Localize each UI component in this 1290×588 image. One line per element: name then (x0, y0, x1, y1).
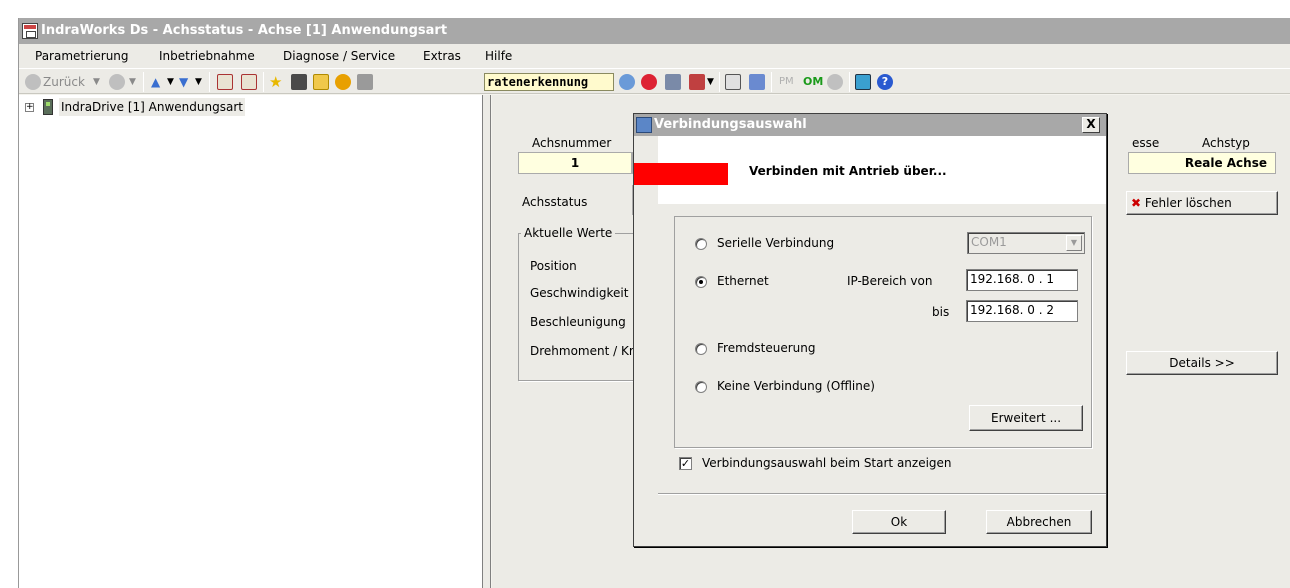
favorite-star-icon[interactable]: ★ (269, 72, 282, 92)
tree-expand-icon[interactable]: + (25, 103, 34, 112)
menu-hilfe[interactable]: Hilfe (485, 44, 512, 68)
forward-dropdown-icon[interactable]: ▼ (129, 72, 136, 92)
col-achstyp: Achstyp (1202, 136, 1250, 150)
nav-down-dropdown-icon[interactable]: ▼ (195, 72, 202, 92)
label-ethernet: Ethernet (717, 274, 769, 288)
ip-from-label: IP-Bereich von (847, 274, 933, 288)
com-port-dropdown-icon[interactable]: ▼ (1066, 235, 1082, 251)
red-indicator-bar (634, 163, 728, 185)
label-seriell: Serielle Verbindung (717, 236, 835, 250)
fehler-loeschen-button[interactable]: ✖ Fehler löschen (1126, 191, 1278, 215)
window-title: IndraWorks Ds - Achsstatus - Achse [1] A… (41, 23, 448, 38)
toolbar-separator (719, 72, 720, 92)
ok-button[interactable]: Ok (852, 510, 946, 534)
col-achsnummer: Achsnummer (532, 136, 612, 150)
forward-arrow-icon[interactable] (109, 74, 125, 90)
app-icon (22, 23, 38, 39)
toolbar-separator (263, 72, 264, 92)
menu-parametrierung[interactable]: Parametrierung (35, 44, 129, 68)
network-icon[interactable] (827, 74, 843, 90)
back-dropdown-icon[interactable]: ▼ (93, 72, 100, 92)
abbrechen-button[interactable]: Abbrechen (986, 510, 1092, 534)
nav-up-dropdown-icon[interactable]: ▼ (167, 72, 174, 92)
binoculars-icon[interactable] (291, 74, 307, 90)
fehler-loeschen-label: Fehler löschen (1144, 196, 1232, 210)
row-geschwindigkeit: Geschwindigkeit (530, 286, 629, 300)
window-titlebar[interactable]: IndraWorks Ds - Achsstatus - Achse [1] A… (19, 18, 1290, 44)
online-globe-icon[interactable] (619, 74, 635, 90)
row-drehmoment: Drehmoment / Kr (530, 344, 634, 358)
dialog-divider (658, 493, 1106, 495)
dialog-title: Verbindungsauswahl (654, 117, 807, 132)
dialog-close-button[interactable]: X (1082, 117, 1100, 133)
row-beschleunigung: Beschleunigung (530, 315, 626, 329)
toolbar-separator (771, 72, 772, 92)
menu-extras[interactable]: Extras (423, 44, 461, 68)
offline-cross-icon[interactable] (641, 74, 657, 90)
drive-icon[interactable] (689, 74, 705, 90)
print-icon[interactable] (749, 74, 765, 90)
nav-up-icon[interactable]: ▲ (151, 72, 160, 92)
ip-from-input[interactable]: 192.168. 0 . 1 (966, 269, 1078, 291)
details-button[interactable]: Details >> (1126, 351, 1278, 375)
dialog-body: Serielle Verbindung COM1 ▼ Ethernet IP-B… (658, 204, 1106, 546)
om-mode-button[interactable]: OM (803, 72, 823, 92)
dialog-app-icon (636, 117, 652, 133)
radio-seriell[interactable] (695, 238, 707, 250)
parameter-upload-icon[interactable] (217, 74, 233, 90)
back-button-label[interactable]: Zurück (43, 72, 85, 92)
parameter-download-icon[interactable] (241, 74, 257, 90)
col-adresse: esse (1132, 136, 1160, 150)
achsstatus-label: Achsstatus (522, 195, 588, 209)
project-tree: + IndraDrive [1] Anwendungsart (19, 95, 483, 588)
radio-fremdsteuerung[interactable] (695, 343, 707, 355)
drive-dropdown-icon[interactable]: ▼ (707, 72, 714, 92)
panel-splitter[interactable] (483, 95, 491, 588)
show-on-start-checkbox[interactable]: ✓ (679, 457, 692, 470)
tree-item-indradrive[interactable]: IndraDrive [1] Anwendungsart (59, 98, 245, 116)
dialog-side-strip (634, 136, 658, 546)
back-arrow-icon[interactable] (25, 74, 41, 90)
error-clear-icon: ✖ (1131, 196, 1142, 210)
error-star-icon[interactable] (335, 74, 351, 90)
toolbar-separator (143, 72, 144, 92)
toolbar-search-field[interactable]: ratenerkennung (484, 73, 614, 91)
radio-offline[interactable] (695, 381, 707, 393)
menubar: Parametrierung Inbetriebnahme Diagnose /… (19, 44, 1290, 68)
dialog-header-text: Verbinden mit Antrieb über... (749, 164, 947, 178)
ip-to-input[interactable]: 192.168. 0 . 2 (966, 300, 1078, 322)
achstyp-value: Reale Achse (1128, 152, 1276, 174)
label-offline: Keine Verbindung (Offline) (717, 379, 875, 393)
menu-inbetriebnahme[interactable]: Inbetriebnahme (159, 44, 255, 68)
window-layout-icon[interactable] (855, 74, 871, 90)
list-view-icon[interactable] (313, 74, 329, 90)
erweitert-button[interactable]: Erweitert ... (969, 405, 1083, 431)
connection-dialog: Verbindungsauswahl X Verbinden mit Antri… (633, 113, 1107, 547)
nav-down-icon[interactable]: ▼ (179, 72, 188, 92)
radio-ethernet[interactable] (695, 276, 707, 288)
tools-icon[interactable] (665, 74, 681, 90)
toolbar: Zurück ▼ ▼ ▲ ▼ ▼ ▼ ★ ratenerkennung ▼ PM… (19, 68, 1290, 94)
help-icon[interactable]: ? (877, 74, 893, 90)
values-group-title: Aktuelle Werte (521, 226, 616, 240)
achsnummer-value: 1 (518, 152, 632, 174)
row-position: Position (530, 259, 577, 273)
drive-device-icon (43, 99, 53, 115)
menu-diagnose-service[interactable]: Diagnose / Service (283, 44, 395, 68)
toolbar-separator (209, 72, 210, 92)
device-icon[interactable] (357, 74, 373, 90)
ip-to-label: bis (932, 305, 950, 319)
oscilloscope-icon[interactable] (725, 74, 741, 90)
label-fremdsteuerung: Fremdsteuerung (717, 341, 816, 355)
dialog-titlebar[interactable]: Verbindungsauswahl X (634, 114, 1106, 136)
show-on-start-label: Verbindungsauswahl beim Start anzeigen (702, 456, 952, 470)
toolbar-separator (849, 72, 850, 92)
pm-mode-button[interactable]: PM (779, 72, 794, 92)
